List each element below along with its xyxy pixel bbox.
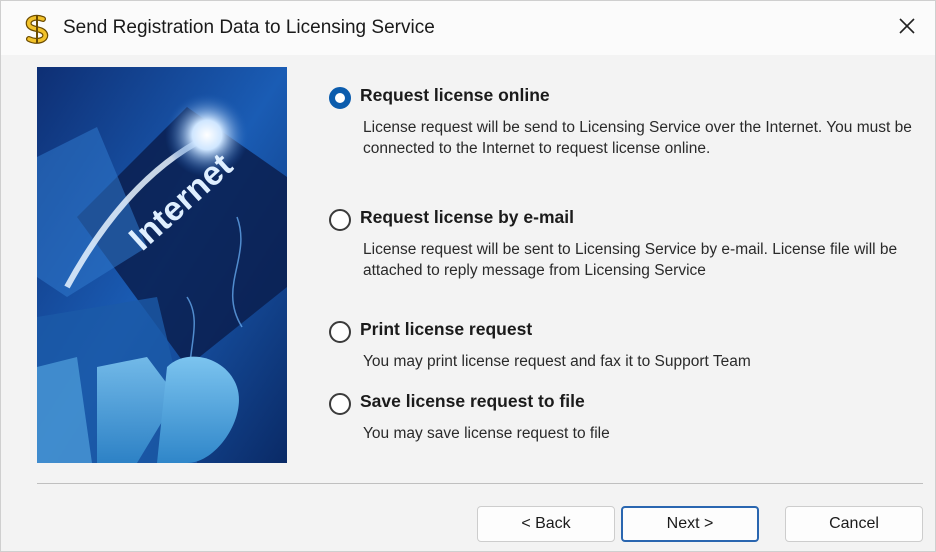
separator (37, 483, 923, 484)
radio-request-online[interactable] (329, 87, 351, 109)
title-bar: Send Registration Data to Licensing Serv… (1, 1, 935, 55)
radio-request-email[interactable] (329, 209, 351, 231)
option-description: You may print license request and fax it… (363, 353, 751, 370)
option-label[interactable]: Print license request (360, 319, 532, 340)
internet-banner-art: Internet (37, 67, 287, 463)
option-description: License request will be send to Licensin… (363, 119, 912, 157)
dollar-s-icon (21, 13, 53, 45)
option-description: You may save license request to file (363, 425, 610, 442)
window-title: Send Registration Data to Licensing Serv… (63, 17, 435, 38)
back-button[interactable]: < Back (477, 506, 615, 542)
next-button[interactable]: Next > (621, 506, 759, 542)
radio-print-request[interactable] (329, 321, 351, 343)
close-icon (898, 17, 916, 40)
option-description: License request will be sent to Licensin… (363, 241, 898, 279)
option-label[interactable]: Request license by e-mail (360, 207, 574, 228)
close-button[interactable] (879, 1, 935, 55)
option-label[interactable]: Save license request to file (360, 391, 585, 412)
registration-dialog: Send Registration Data to Licensing Serv… (0, 0, 936, 552)
cancel-button[interactable]: Cancel (785, 506, 923, 542)
option-label[interactable]: Request license online (360, 85, 550, 106)
radio-save-to-file[interactable] (329, 393, 351, 415)
